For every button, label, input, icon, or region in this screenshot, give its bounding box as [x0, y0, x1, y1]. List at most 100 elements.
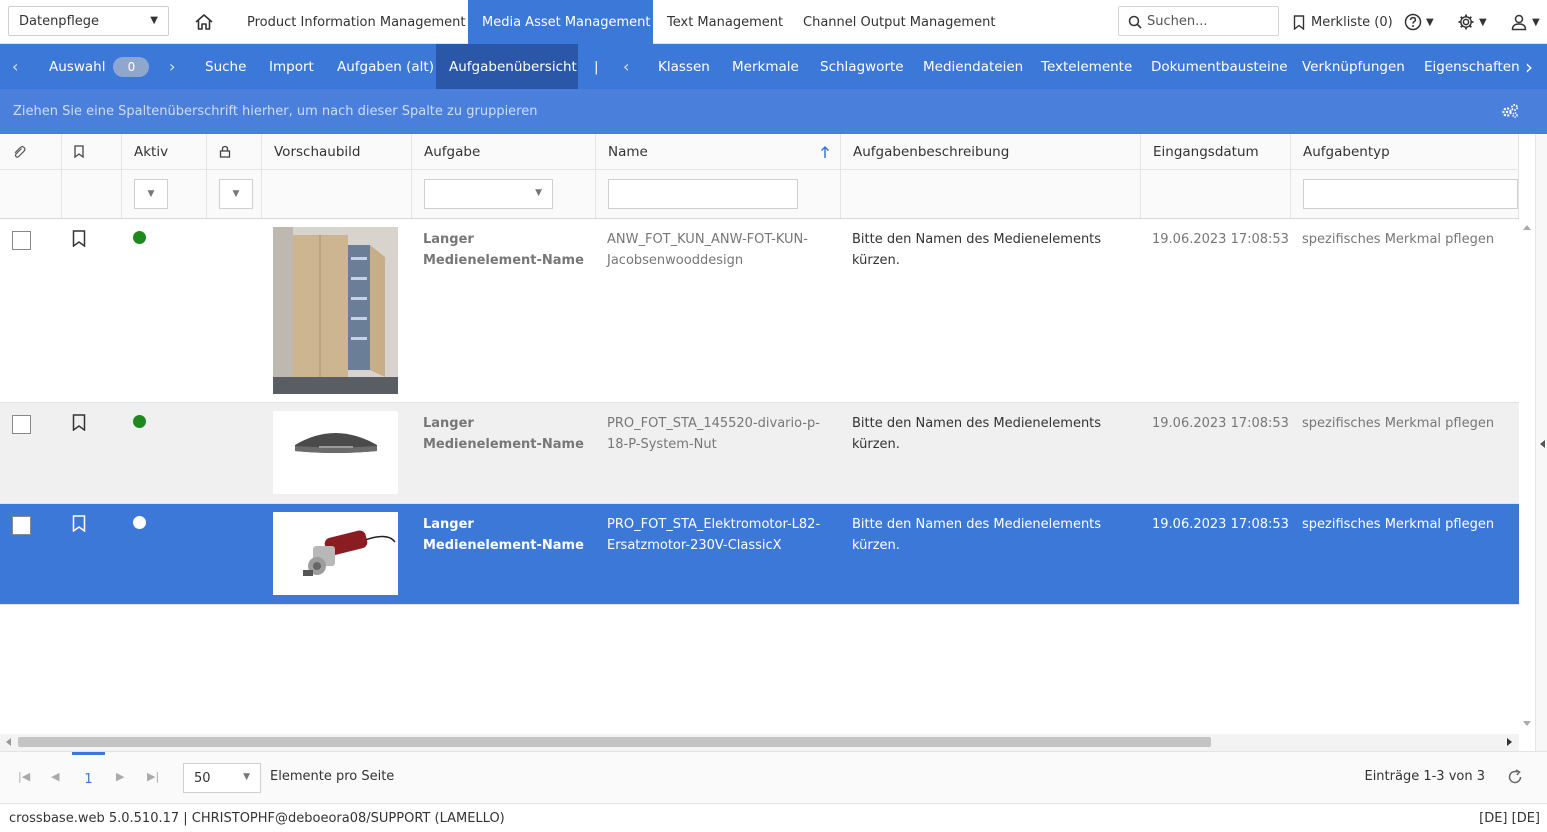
prev-page-icon[interactable]: ◀	[51, 770, 59, 783]
language-indicator[interactable]: [DE] [DE]	[1479, 811, 1540, 826]
scroll-thumb[interactable]	[18, 737, 1211, 747]
status-footer: crossbase.web 5.0.510.17 | CHRISTOPHF@de…	[0, 803, 1547, 832]
search-placeholder: Suchen...	[1147, 13, 1208, 29]
header-aufgabenbeschreibung[interactable]: Aufgabenbeschreibung	[841, 134, 1141, 169]
header-aufgabe[interactable]: Aufgabe	[412, 134, 596, 169]
pagination-bar: |◀ ◀ 1 ▶ ▶| 50 ▼ Elemente pro Seite Eint…	[0, 751, 1547, 803]
filter-aufgabe-dropdown[interactable]: ▼	[424, 179, 553, 209]
preview-thumbnail[interactable]	[273, 512, 398, 595]
subnav-item-import[interactable]: Import	[256, 44, 327, 89]
preview-thumbnail[interactable]	[273, 227, 398, 394]
subnav-item-aufgaben-alt[interactable]: Aufgaben (alt)	[324, 44, 447, 89]
tab-mam[interactable]: Media Asset Management	[468, 0, 653, 44]
chevron-down-icon: ▼	[1479, 16, 1487, 28]
bookmark-icon[interactable]	[72, 230, 86, 247]
preview-thumbnail[interactable]	[273, 411, 398, 494]
bookmark-icon[interactable]	[72, 515, 86, 532]
settings-menu[interactable]: ▼	[1457, 11, 1487, 33]
filter-name-input[interactable]	[608, 179, 798, 209]
sub-navigation: ‹ Auswahl 0 › Suche Import Aufgaben (alt…	[0, 44, 1547, 89]
scroll-left-icon[interactable]	[5, 738, 11, 746]
chevron-right-icon[interactable]: ›	[169, 44, 175, 89]
header-attachment[interactable]	[0, 134, 62, 169]
header-bookmark[interactable]	[62, 134, 122, 169]
table-row-selected[interactable]: Langer Medienelement-Name PRO_FOT_STA_El…	[0, 504, 1519, 605]
header-name[interactable]: Name	[596, 134, 841, 169]
first-page-icon[interactable]: |◀	[18, 770, 30, 783]
page-size-select[interactable]: 50 ▼	[183, 763, 261, 793]
collapse-left-icon	[1540, 440, 1545, 448]
module-select[interactable]: Datenpflege ▼	[8, 6, 169, 36]
side-panel-toggle[interactable]	[1535, 134, 1547, 752]
scroll-right-icon[interactable]	[1507, 738, 1513, 746]
subnav-item-verknuepfungen[interactable]: Verknüpfungen	[1289, 44, 1418, 89]
header-lock[interactable]	[207, 134, 262, 169]
filter-aktiv-dropdown[interactable]: ▼	[134, 179, 168, 209]
filter-aktiv-cell: ▼	[122, 170, 207, 218]
last-page-icon[interactable]: ▶|	[147, 770, 159, 783]
filter-vorschaubild	[262, 170, 412, 218]
row-checkbox[interactable]	[12, 415, 31, 434]
filter-lock-dropdown[interactable]: ▼	[219, 179, 253, 209]
row-checkbox[interactable]	[12, 231, 31, 250]
module-select-value: Datenpflege	[19, 13, 99, 29]
bookmark-icon[interactable]	[72, 414, 86, 431]
header-aktiv[interactable]: Aktiv	[122, 134, 207, 169]
paperclip-icon	[14, 145, 26, 158]
chevron-left-icon[interactable]: ‹	[623, 44, 629, 89]
current-page[interactable]: 1	[72, 752, 105, 804]
chevron-down-icon: ▼	[535, 188, 542, 198]
column-settings-icon[interactable]	[1501, 103, 1519, 119]
subnav-item-mediendateien[interactable]: Mediendateien	[910, 44, 1036, 89]
filter-attachment	[0, 170, 62, 218]
header-aufgabentyp[interactable]: Aufgabentyp	[1291, 134, 1519, 169]
subnav-item-eigenschaften[interactable]: Eigenschaften	[1411, 44, 1533, 89]
scroll-down-icon[interactable]	[1523, 721, 1531, 727]
tab-text-management[interactable]: Text Management	[653, 0, 797, 44]
table-row[interactable]: Langer Medienelement-Name ANW_FOT_KUN_AN…	[0, 219, 1519, 403]
cell-name: ANW_FOT_KUN_ANW-FOT-KUN-Jacobsenwooddesi…	[607, 232, 808, 268]
horizontal-scrollbar[interactable]	[0, 734, 1519, 751]
scroll-up-icon[interactable]	[1523, 224, 1531, 230]
tab-channel-output[interactable]: Channel Output Management	[789, 0, 1009, 44]
table-row[interactable]: Langer Medienelement-Name PRO_FOT_STA_14…	[0, 403, 1519, 504]
merkliste-label: Merkliste (0)	[1311, 14, 1393, 30]
chevron-down-icon: ▼	[1532, 16, 1540, 28]
subnav-item-suche[interactable]: Suche	[192, 44, 259, 89]
subnav-item-schlagworte[interactable]: Schlagworte	[807, 44, 917, 89]
subnav-item-merkmale[interactable]: Merkmale	[719, 44, 812, 89]
cell-aufgabe: Langer Medienelement-Name	[423, 517, 584, 553]
group-drop-area[interactable]: Ziehen Sie eine Spaltenüberschrift hierh…	[0, 89, 1547, 134]
cell-beschreibung: Bitte den Namen des Medienelements kürze…	[852, 517, 1102, 553]
header-vorschaubild[interactable]: Vorschaubild	[262, 134, 412, 169]
chevron-right-icon[interactable]: ›	[1525, 44, 1533, 89]
header-eingangsdatum[interactable]: Eingangsdatum	[1141, 134, 1291, 169]
cell-name: PRO_FOT_STA_Elektromotor-L82-Ersatzmotor…	[607, 517, 821, 553]
user-menu[interactable]: ▼	[1510, 11, 1540, 33]
filter-aufgabentyp-input[interactable]	[1303, 179, 1518, 209]
subnav-item-klassen[interactable]: Klassen	[645, 44, 723, 89]
grid-header: Aktiv Vorschaubild Aufgabe Name Aufgaben…	[0, 134, 1519, 170]
merkliste-button[interactable]: Merkliste (0)	[1293, 0, 1393, 44]
help-menu[interactable]: ▼	[1404, 11, 1434, 33]
global-search-input[interactable]: Suchen...	[1118, 6, 1279, 36]
vertical-scrollbar[interactable]	[1519, 218, 1535, 734]
home-button[interactable]	[190, 8, 218, 36]
next-page-icon[interactable]: ▶	[116, 770, 124, 783]
subnav-item-dokumentbausteine[interactable]: Dokumentbausteine	[1138, 44, 1301, 89]
chevron-left-icon[interactable]: ‹	[12, 44, 18, 89]
tab-pim[interactable]: Product Information Management	[233, 0, 480, 44]
connector-image-icon	[273, 411, 398, 494]
filter-aufgabe-cell: ▼	[412, 170, 596, 218]
refresh-icon[interactable]	[1507, 769, 1523, 785]
auswahl-count-badge: 0	[113, 56, 150, 77]
gear-icon	[1458, 14, 1474, 30]
subnav-item-textelemente[interactable]: Textelemente	[1028, 44, 1145, 89]
version-info: crossbase.web 5.0.510.17 | CHRISTOPHF@de…	[9, 810, 505, 826]
subnav-item-aufgabenuebersicht[interactable]: Aufgabenübersicht	[436, 44, 578, 89]
auswahl-button[interactable]: Auswahl 0	[36, 44, 162, 89]
entries-count: Einträge 1-3 von 3	[1364, 769, 1485, 784]
row-checkbox[interactable]	[12, 516, 31, 535]
filter-bookmark	[62, 170, 122, 218]
cell-aufgabentyp: spezifisches Merkmal pflegen	[1302, 416, 1495, 431]
